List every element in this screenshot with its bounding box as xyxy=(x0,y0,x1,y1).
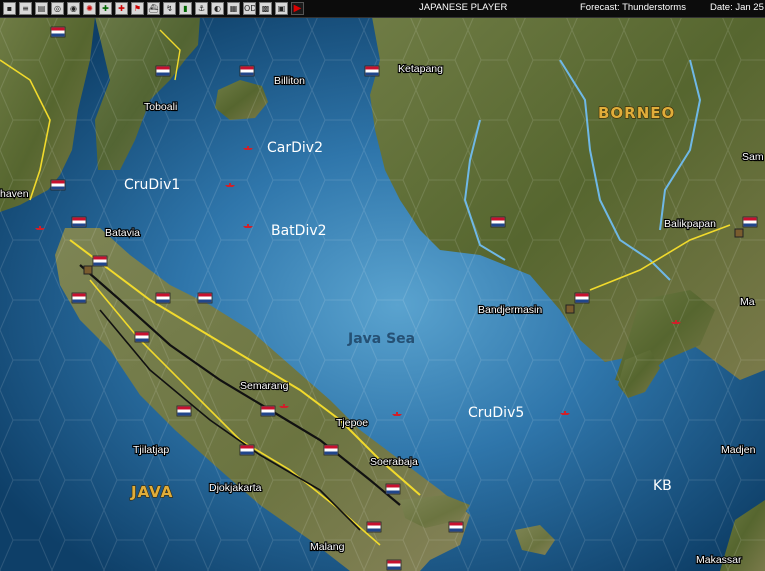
flag-icon[interactable]: ⚑ xyxy=(131,2,144,15)
place-djokjakarta[interactable]: Djokjakarta xyxy=(208,481,263,495)
unit-kb[interactable]: KB xyxy=(653,478,672,494)
forecast-label: Forecast: Thunderstorms xyxy=(580,2,686,13)
place-balikpapan[interactable]: Balikpapan xyxy=(663,217,717,231)
end-turn-icon[interactable]: ▶ xyxy=(291,2,304,15)
globe-icon[interactable]: ◐ xyxy=(211,2,224,15)
unit-crudiv1[interactable]: CruDiv1 xyxy=(124,177,180,193)
base-flag-icon[interactable] xyxy=(574,292,590,304)
toolbar: ▪ ≡ ▤ ◎ ◉ ✺ ✚ ✚ ⚑ ⛴ ↯ ▮ ⚓ ◐ ▦ OD ▩ ▣ ▶ J… xyxy=(0,0,765,18)
base-flag-icon[interactable] xyxy=(742,216,758,228)
base-flag-icon[interactable] xyxy=(366,521,382,533)
place-billiton[interactable]: Billiton xyxy=(273,74,306,88)
base-flag-icon[interactable] xyxy=(50,26,66,38)
settings-icon[interactable]: ▩ xyxy=(259,2,272,15)
base-flag-icon[interactable] xyxy=(239,65,255,77)
base-flag-icon[interactable] xyxy=(155,292,171,304)
port-icon[interactable] xyxy=(734,228,744,238)
sea-label: Java Sea xyxy=(347,331,415,347)
replay-icon[interactable]: ◎ xyxy=(51,2,64,15)
place-sam[interactable]: Sam xyxy=(741,150,765,164)
strategic-map[interactable]: Java Sea BORNEO JAVA Toboali Billiton Ke… xyxy=(0,17,765,571)
player-label: JAPANESE PLAYER xyxy=(419,2,508,13)
base-flag-icon[interactable] xyxy=(71,292,87,304)
japan-flag-icon[interactable]: ✺ xyxy=(83,2,96,15)
bomb-icon[interactable]: ⚓ xyxy=(195,2,208,15)
place-soerabaja[interactable]: Soerabaja xyxy=(369,455,419,469)
unit-crudiv5[interactable]: CruDiv5 xyxy=(468,405,524,421)
place-toboali[interactable]: Toboali xyxy=(143,100,178,114)
base-flag-icon[interactable] xyxy=(448,521,464,533)
unit-cardiv2[interactable]: CarDiv2 xyxy=(267,140,323,156)
region-label-borneo: BORNEO xyxy=(598,104,675,122)
base-flag-icon[interactable] xyxy=(323,444,339,456)
place-makassar[interactable]: Makassar xyxy=(695,553,743,567)
ground-icon[interactable]: ✚ xyxy=(99,2,112,15)
base-flag-icon[interactable] xyxy=(176,405,192,417)
unit-batdiv2[interactable]: BatDiv2 xyxy=(271,223,327,239)
window-icon[interactable]: ▣ xyxy=(275,2,288,15)
port-icon[interactable] xyxy=(565,304,575,314)
ship-icon[interactable]: ⛴ xyxy=(147,2,160,15)
place-tjilatjap[interactable]: Tjilatjap xyxy=(132,443,171,457)
place-ketapang[interactable]: Ketapang xyxy=(397,62,444,76)
place-ma[interactable]: Ma xyxy=(739,295,756,309)
intel-icon[interactable]: ◉ xyxy=(67,2,80,15)
region-label-java: JAVA xyxy=(130,483,173,501)
base-flag-icon[interactable] xyxy=(260,405,276,417)
base-icon[interactable]: ▮ xyxy=(179,2,192,15)
place-tjepoe[interactable]: Tjepoe xyxy=(335,416,369,430)
place-haven[interactable]: haven xyxy=(0,187,30,201)
air-icon[interactable]: ✚ xyxy=(115,2,128,15)
report-icon[interactable]: ≡ xyxy=(19,2,32,15)
base-flag-icon[interactable] xyxy=(490,216,506,228)
base-flag-icon[interactable] xyxy=(50,179,66,191)
base-flag-icon[interactable] xyxy=(386,559,402,571)
base-flag-icon[interactable] xyxy=(385,483,401,495)
map-icon[interactable]: ▦ xyxy=(227,2,240,15)
place-semarang[interactable]: Semarang xyxy=(239,379,290,393)
base-flag-icon[interactable] xyxy=(71,216,87,228)
od-icon[interactable]: OD xyxy=(243,2,256,15)
route-icon[interactable]: ↯ xyxy=(163,2,176,15)
save-icon[interactable]: ▤ xyxy=(35,2,48,15)
base-flag-icon[interactable] xyxy=(92,255,108,267)
base-flag-icon[interactable] xyxy=(239,444,255,456)
place-madjene[interactable]: Madjen xyxy=(720,443,757,457)
game-window: ▪ ≡ ▤ ◎ ◉ ✺ ✚ ✚ ⚑ ⛴ ↯ ▮ ⚓ ◐ ▦ OD ▩ ▣ ▶ J… xyxy=(0,0,765,571)
base-flag-icon[interactable] xyxy=(197,292,213,304)
date-label: Date: Jan 25 xyxy=(710,2,764,13)
place-bandjermasin[interactable]: Bandjermasin xyxy=(477,303,544,317)
place-batavia[interactable]: Batavia xyxy=(104,226,141,240)
port-icon[interactable] xyxy=(83,265,93,275)
base-flag-icon[interactable] xyxy=(155,65,171,77)
base-flag-icon[interactable] xyxy=(364,65,380,77)
menu-icon[interactable]: ▪ xyxy=(3,2,16,15)
base-flag-icon[interactable] xyxy=(134,331,150,343)
place-malang[interactable]: Malang xyxy=(309,540,346,554)
